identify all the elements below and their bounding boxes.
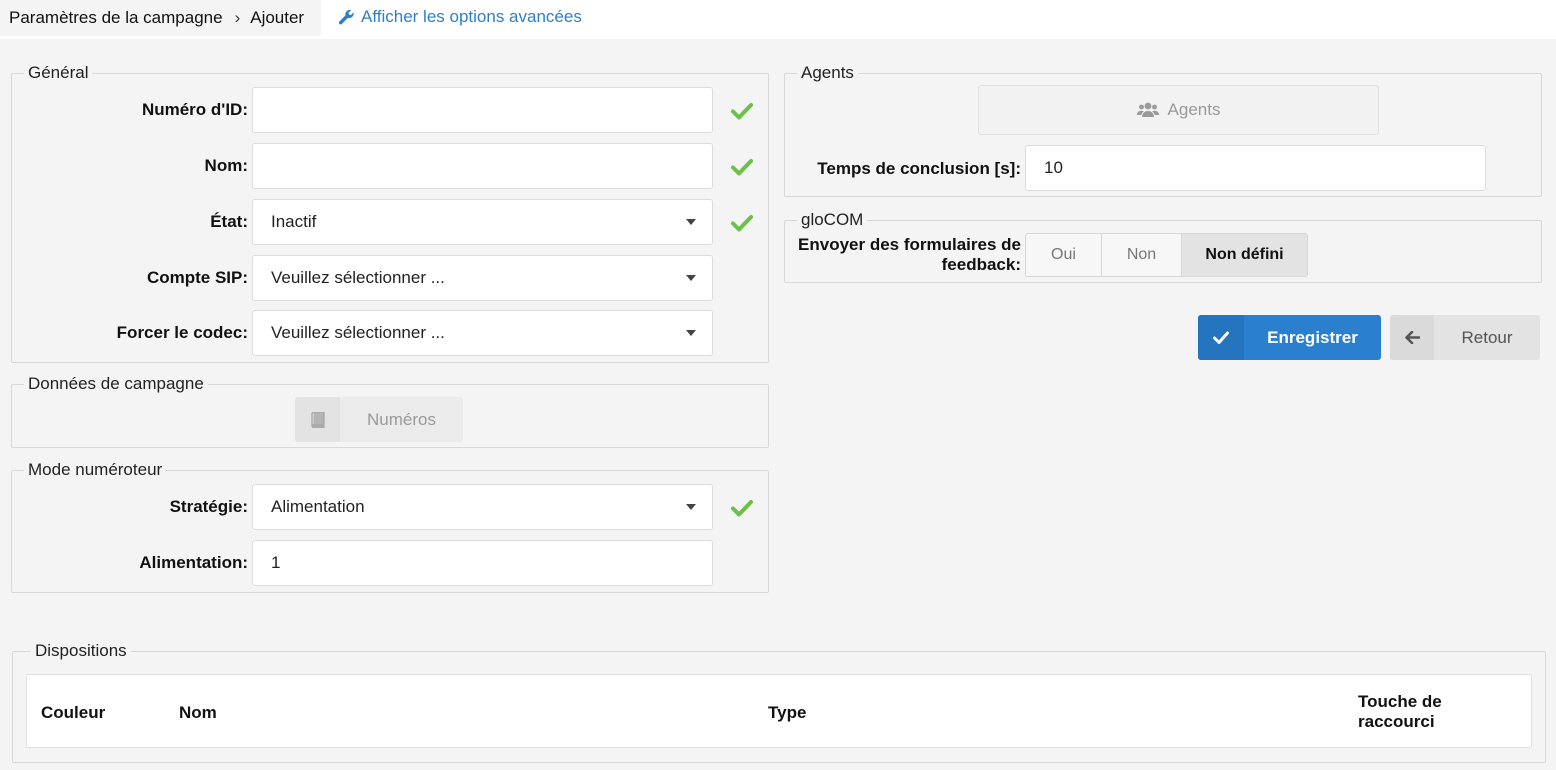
check-icon [731, 159, 753, 176]
check-icon [731, 500, 753, 517]
sip-label: Compte SIP: [146, 268, 248, 287]
arrow-left-icon [1390, 315, 1434, 360]
caret-down-icon [686, 504, 696, 510]
wrapup-label: Temps de conclusion [s]: [817, 159, 1021, 178]
glocom-legend: gloCOM [797, 210, 868, 230]
sip-value: Veuillez sélectionner ... [271, 268, 445, 287]
save-button[interactable]: Enregistrer [1198, 315, 1381, 360]
feed-label: Alimentation: [139, 553, 248, 572]
column-header-shortcut-line1: Touche de [1358, 692, 1442, 711]
name-field[interactable] [252, 143, 713, 189]
column-header-type[interactable]: Type [768, 703, 806, 723]
book-icon [295, 397, 340, 442]
strategy-label: Stratégie: [169, 497, 248, 516]
agents-legend: Agents [797, 63, 858, 83]
feedback-toggle: Oui Non Non défini [1025, 233, 1308, 277]
column-header-shortcut-line2: raccourci [1358, 712, 1435, 731]
id-label: Numéro d'ID: [141, 100, 248, 119]
general-legend: Général [24, 63, 93, 83]
column-header-couleur[interactable]: Couleur [41, 703, 105, 723]
agents-button-label: Agents [1167, 100, 1221, 119]
campaign-data-legend: Données de campagne [24, 374, 208, 394]
numbers-button[interactable]: Numéros [295, 397, 463, 442]
caret-down-icon [686, 275, 696, 281]
codec-value: Veuillez sélectionner ... [271, 323, 445, 342]
state-value: Inactif [271, 212, 317, 231]
advanced-options-label: Afficher les options avancées [361, 7, 582, 26]
users-icon [1136, 102, 1159, 117]
state-select[interactable]: Inactif [252, 199, 713, 245]
dialer-legend: Mode numéroteur [24, 460, 167, 480]
breadcrumb-separator: › [234, 8, 241, 27]
caret-down-icon [686, 219, 696, 225]
sip-select[interactable]: Veuillez sélectionner ... [252, 255, 713, 301]
wrench-icon [338, 9, 354, 24]
column-header-nom[interactable]: Nom [179, 703, 217, 723]
check-icon [731, 103, 753, 120]
state-label: État: [210, 212, 248, 231]
breadcrumb-current: Ajouter [250, 8, 305, 27]
column-header-shortcut[interactable]: Touche de raccourci [1358, 692, 1442, 732]
feedback-label-line2: feedback: [941, 255, 1021, 274]
dispositions-legend: Dispositions [31, 641, 131, 661]
numbers-label: Numéros [367, 409, 436, 429]
feedback-label: Envoyer des formulaires de feedback: [790, 235, 1021, 275]
strategy-select[interactable]: Alimentation [252, 484, 713, 530]
codec-select[interactable]: Veuillez sélectionner ... [252, 310, 713, 356]
caret-down-icon [686, 330, 696, 336]
codec-label: Forcer le codec: [116, 323, 248, 342]
id-field[interactable] [252, 87, 713, 133]
feedback-label-line1: Envoyer des formulaires de [798, 235, 1021, 254]
feedback-option-oui[interactable]: Oui [1026, 234, 1102, 276]
check-icon [731, 215, 753, 232]
name-label: Nom: [204, 156, 248, 175]
strategy-value: Alimentation [271, 497, 365, 516]
feedback-option-non[interactable]: Non [1102, 234, 1182, 276]
check-icon [1198, 315, 1244, 360]
advanced-options-link[interactable]: Afficher les options avancées [338, 7, 582, 27]
save-label: Enregistrer [1267, 327, 1358, 347]
feed-field[interactable]: 1 [252, 540, 713, 586]
feedback-option-non-defini[interactable]: Non défini [1182, 234, 1307, 276]
wrapup-field[interactable]: 10 [1025, 145, 1486, 191]
back-button[interactable]: Retour [1390, 315, 1540, 360]
breadcrumb-parent[interactable]: Paramètres de la campagne [9, 8, 223, 28]
agents-button[interactable]: Agents [978, 85, 1379, 135]
dispositions-table: Couleur Nom Type Touche de raccourci [26, 674, 1532, 748]
top-bar: Paramètres de la campagne › Ajouter Affi… [0, 0, 1556, 39]
back-label: Retour [1461, 327, 1513, 347]
breadcrumb: Paramètres de la campagne › Ajouter [0, 0, 321, 36]
